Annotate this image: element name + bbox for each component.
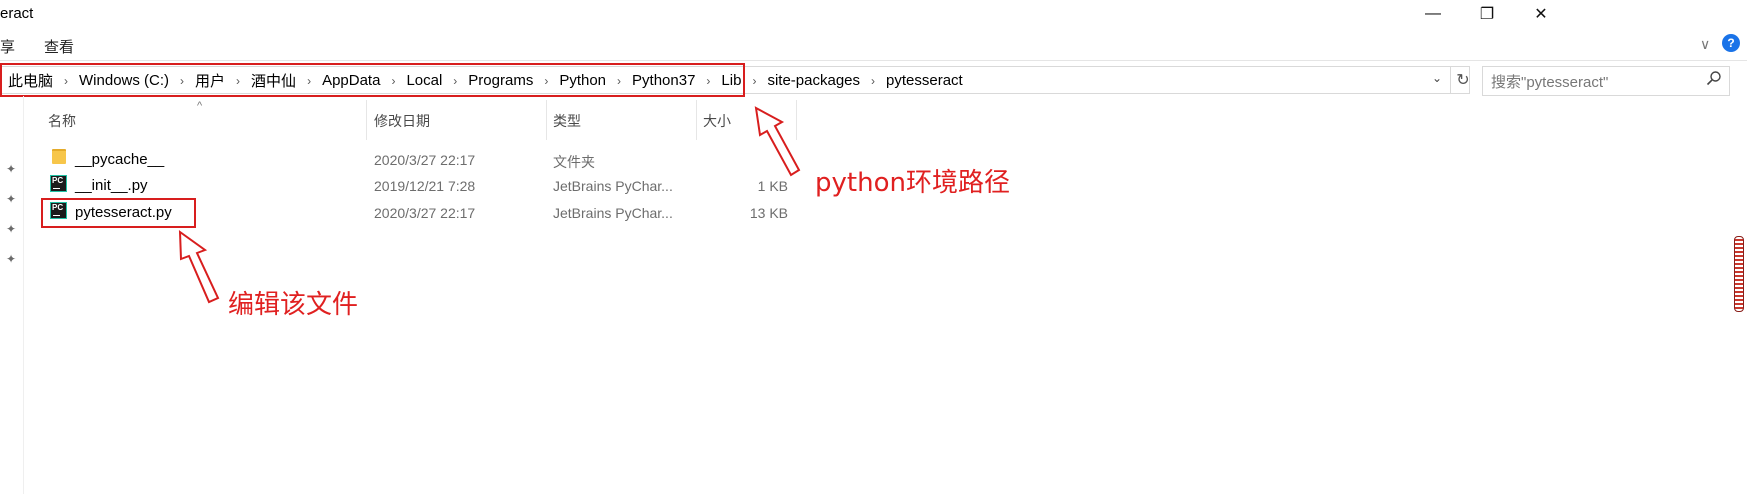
column-header-date[interactable]: 修改日期: [374, 111, 430, 131]
pycharm-file-icon: PC: [50, 175, 67, 192]
file-date: 2019/12/21 7:28: [374, 178, 476, 194]
column-divider[interactable]: [696, 100, 697, 140]
file-type: 文件夹: [553, 154, 595, 170]
path-highlight-box: [0, 63, 745, 97]
scrollbar-thumb[interactable]: [1734, 236, 1744, 312]
annotation-edit-file: 编辑该文件: [228, 290, 359, 320]
file-name[interactable]: __pycache__: [75, 151, 164, 168]
minimize-button[interactable]: —: [1406, 0, 1460, 28]
pin-icon[interactable]: ✦: [6, 162, 18, 176]
chevron-right-icon[interactable]: ›: [741, 74, 767, 88]
chevron-right-icon[interactable]: ›: [860, 74, 886, 88]
expand-ribbon-icon[interactable]: ∨: [1700, 36, 1710, 53]
refresh-button[interactable]: ↻: [1450, 66, 1475, 94]
help-icon[interactable]: ?: [1722, 34, 1740, 52]
ribbon-tab-view[interactable]: 查看: [44, 36, 74, 57]
search-icon[interactable]: [1706, 70, 1722, 86]
file-date: 2020/3/27 22:17: [374, 205, 476, 221]
close-button[interactable]: ✕: [1514, 0, 1568, 28]
search-placeholder: 搜索"pytesseract": [1491, 74, 1609, 91]
file-highlight-box: [41, 198, 196, 228]
file-type: JetBrains PyChar...: [553, 178, 673, 194]
file-name[interactable]: __init__.py: [75, 177, 148, 194]
file-type: JetBrains PyChar...: [553, 205, 673, 221]
window-title: eract: [0, 5, 34, 22]
nav-pane-divider: [23, 96, 24, 494]
ribbon-divider: [0, 60, 1747, 61]
address-dropdown-icon[interactable]: ⌄: [1432, 71, 1442, 85]
column-divider[interactable]: [366, 100, 367, 140]
pin-icon[interactable]: ✦: [6, 222, 18, 236]
pin-icon[interactable]: ✦: [6, 252, 18, 266]
ribbon-tab-share[interactable]: 享: [0, 36, 15, 57]
column-header-size[interactable]: 大小: [703, 111, 731, 131]
column-header-type[interactable]: 类型: [553, 111, 581, 131]
annotation-arrow-up-icon: [754, 106, 801, 177]
annotation-arrow-up-icon: [178, 229, 220, 304]
file-size: 1 KB: [757, 178, 788, 194]
sort-ascending-icon: ^: [197, 100, 203, 112]
column-divider[interactable]: [546, 100, 547, 140]
folder-icon: [52, 149, 66, 164]
column-header-name[interactable]: 名称: [48, 111, 76, 131]
file-date: 2020/3/27 22:17: [374, 152, 476, 168]
maximize-button[interactable]: ❐: [1460, 0, 1514, 28]
pin-icon[interactable]: ✦: [6, 192, 18, 206]
annotation-python-path: python环境路径: [815, 168, 1010, 198]
crumb-site-packages[interactable]: site-packages: [767, 72, 860, 89]
crumb-pytesseract[interactable]: pytesseract: [886, 72, 963, 89]
file-size: 13 KB: [749, 205, 788, 221]
